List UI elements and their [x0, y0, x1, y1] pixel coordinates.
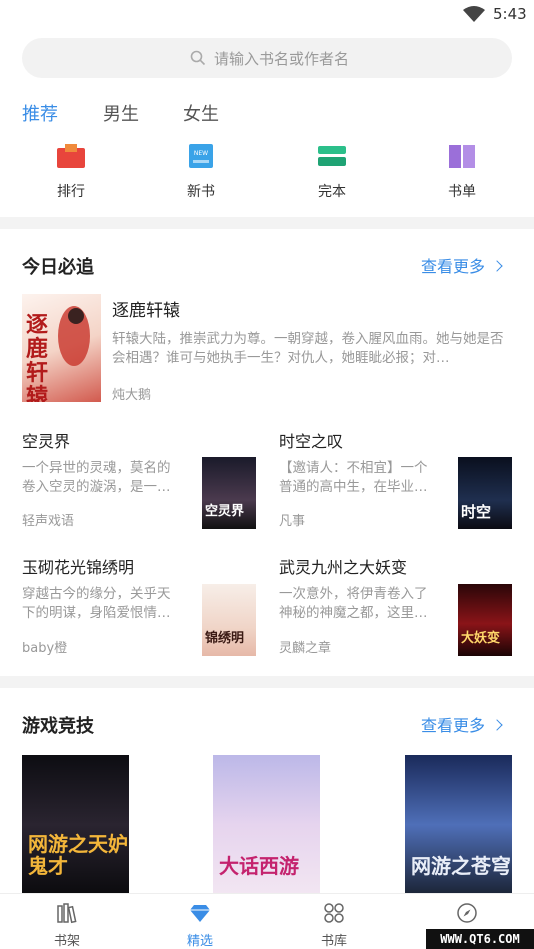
section-title-games: 游戏竞技	[22, 716, 94, 737]
nav-featured[interactable]: 精选	[160, 894, 240, 949]
book-description: 轩辕大陆，推崇武力为尊。一朝穿越，卷入腥风血雨。她与她是否会相遇？谁可与她执手一…	[112, 331, 504, 366]
book-title: 武灵九州之大妖变	[279, 558, 408, 577]
book-cover[interactable]: 大话西游	[213, 755, 320, 895]
category-row: 排行 NEW 新书 完本 书单	[0, 140, 534, 210]
chevron-right-icon	[491, 260, 503, 272]
svg-text:NEW: NEW	[194, 150, 208, 157]
cover-title: 锦绣明	[205, 631, 245, 646]
section-title-today: 今日必追	[22, 257, 94, 278]
book-cover[interactable]: 大妖变	[458, 584, 512, 656]
category-label: 新书	[187, 184, 215, 200]
cover-title: 逐鹿轩辕	[26, 313, 49, 403]
cover-title: 时空	[461, 503, 492, 521]
category-label: 排行	[57, 184, 85, 200]
book-author: 灵麟之章	[279, 641, 332, 656]
status-time: 5:43	[493, 5, 527, 23]
book-cover[interactable]: 网游之苍穹	[405, 755, 512, 895]
book-author: 凡事	[279, 514, 306, 529]
tab-male[interactable]: 男生	[103, 100, 139, 126]
book-cover[interactable]: 网游之天妒鬼才	[22, 755, 129, 895]
category-finished[interactable]: 完本	[292, 140, 372, 206]
book-cover[interactable]: 时空	[458, 457, 512, 529]
search-input[interactable]: 请输入书名或作者名	[22, 38, 512, 78]
category-label: 书单	[448, 184, 476, 200]
book-author: 炖大鹅	[112, 388, 152, 403]
book-cover[interactable]: 空灵界	[202, 457, 256, 529]
book-description: 穿越古今的缘分，关乎天下的明谋，身陷爱恨情…	[22, 586, 171, 621]
book-description: 一次意外，将伊青卷入了神秘的神魔之都，这里…	[279, 586, 428, 621]
ranking-icon	[57, 144, 85, 168]
nav-label: 书架	[53, 934, 80, 949]
book-author: 轻声戏语	[22, 514, 75, 529]
nav-library[interactable]: 书库	[294, 894, 374, 949]
book-cover[interactable]: 逐鹿轩辕	[22, 294, 101, 402]
nav-label: 精选	[186, 934, 213, 949]
wifi-icon	[463, 6, 485, 22]
section-divider	[0, 217, 534, 229]
new-book-icon: NEW	[189, 144, 213, 168]
book-title: 玉砌花光锦绣明	[22, 558, 135, 577]
category-label: 完本	[318, 184, 346, 200]
book-title: 逐鹿轩辕	[112, 301, 180, 321]
section-divider	[0, 676, 534, 688]
book-author: baby橙	[22, 641, 68, 656]
category-booklist[interactable]: 书单	[422, 140, 502, 206]
search-placeholder: 请输入书名或作者名	[214, 50, 350, 68]
diamond-icon	[190, 905, 210, 922]
library-grid-icon	[324, 903, 344, 923]
cover-title: 大话西游	[219, 854, 299, 878]
chevron-right-icon	[491, 719, 503, 731]
status-bar: 5:43	[0, 0, 534, 30]
tab-recommend[interactable]: 推荐	[22, 100, 58, 126]
category-ranking[interactable]: 排行	[31, 140, 111, 206]
nav-bookshelf[interactable]: 书架	[27, 894, 107, 949]
book-description: 一个异世的灵魂，莫名的卷入空灵的漩涡，是一…	[22, 460, 171, 495]
view-more-games-link[interactable]: 查看更多	[421, 712, 503, 736]
watermark: WWW.QT6.COM	[426, 929, 534, 949]
cover-title: 大妖变	[461, 631, 501, 646]
cover-title: 网游之苍穹	[411, 854, 511, 878]
view-more-today-link[interactable]: 查看更多	[421, 253, 503, 277]
cover-title: 网游之天妒鬼才	[28, 832, 128, 878]
category-new-books[interactable]: NEW 新书	[161, 140, 241, 206]
bookshelf-icon	[57, 903, 77, 924]
nav-label: 书库	[320, 934, 347, 949]
cover-title: 空灵界	[205, 504, 245, 519]
book-description: 【邀请人：不相宜】一个普通的高中生，在毕业…	[279, 460, 428, 495]
tab-female[interactable]: 女生	[183, 100, 219, 126]
search-icon	[190, 50, 206, 66]
finished-book-icon	[318, 146, 346, 166]
book-title: 时空之叹	[279, 432, 344, 451]
book-title: 空灵界	[22, 432, 71, 451]
book-cover[interactable]: 锦绣明	[202, 584, 256, 656]
booklist-icon	[449, 145, 475, 168]
compass-icon	[457, 903, 477, 923]
